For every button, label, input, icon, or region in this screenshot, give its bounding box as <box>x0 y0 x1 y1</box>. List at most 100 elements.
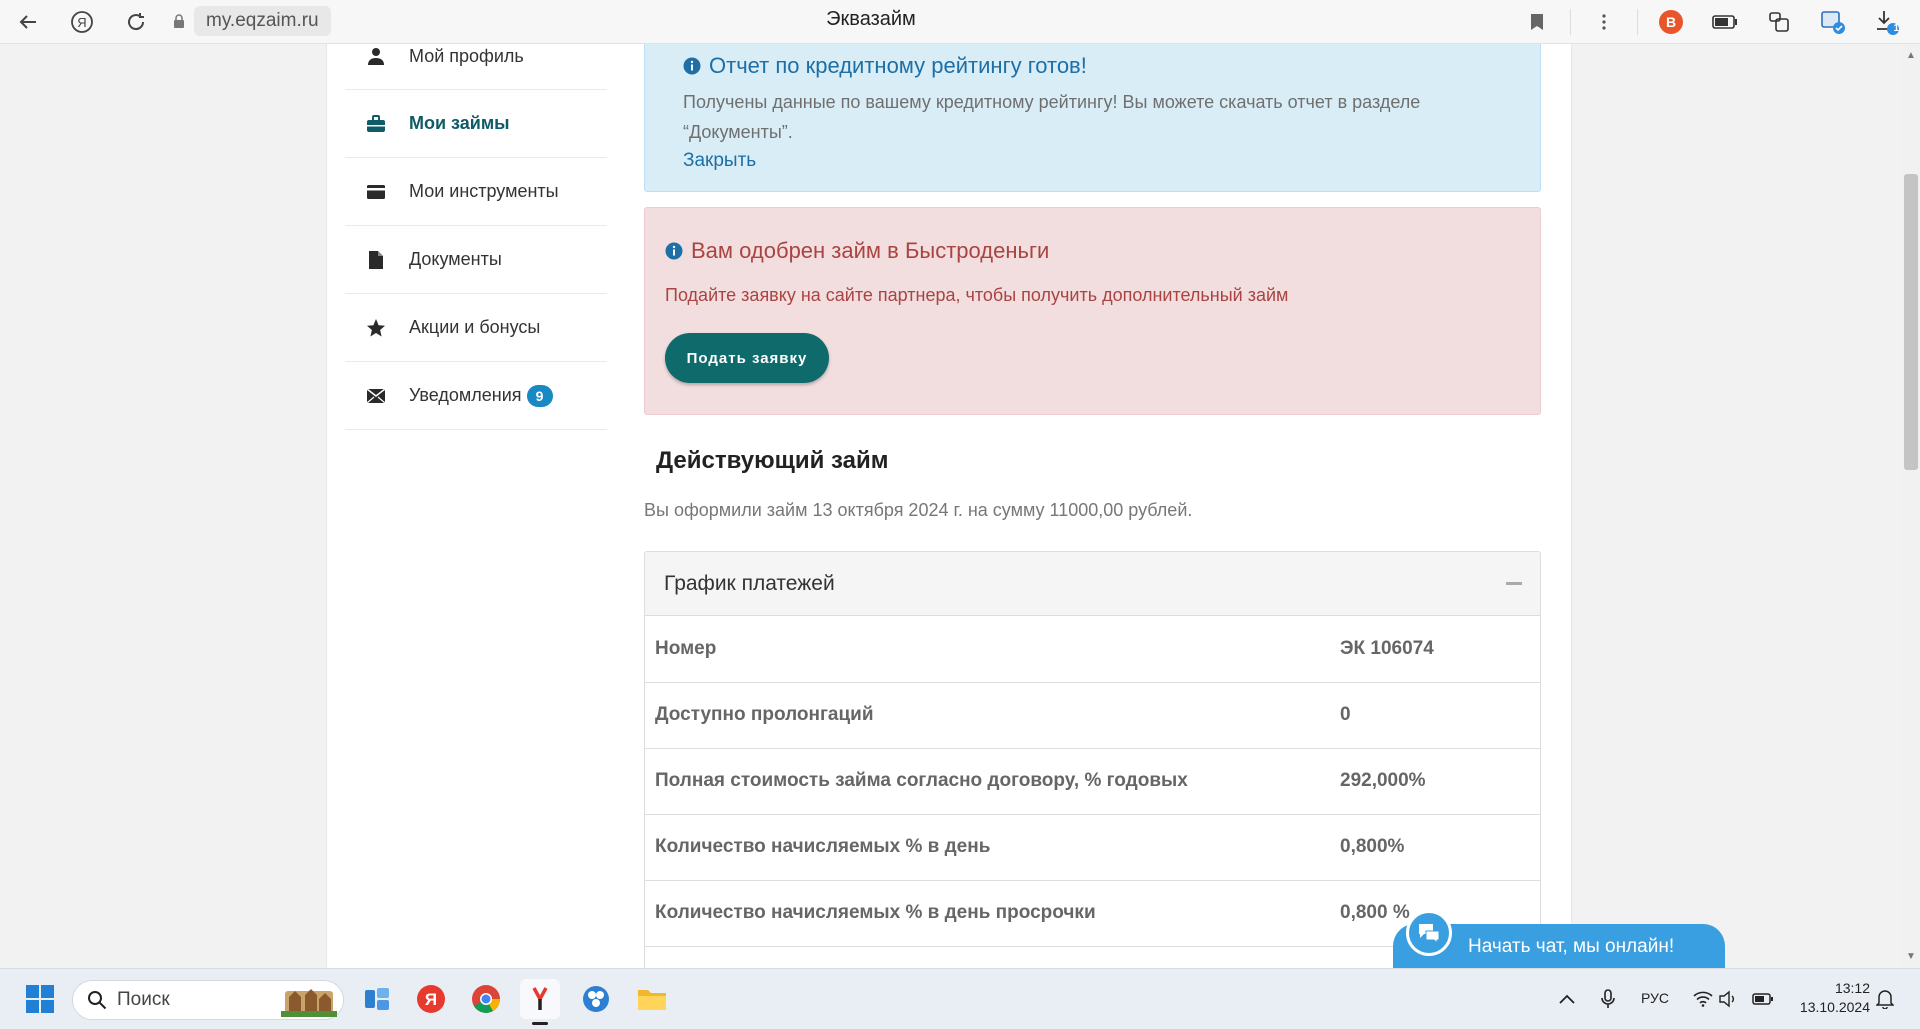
folder-icon <box>638 990 666 1010</box>
search-icon <box>88 991 107 1010</box>
alert-text: Получены данные по вашему кредитному рей… <box>683 92 1421 142</box>
collections-button[interactable] <box>1752 2 1806 42</box>
search-placeholder: Поиск <box>117 989 170 1010</box>
row-value: 292,000% <box>1330 748 1540 815</box>
credit-report-alert-title-row: Отчет по кредитному рейтингу готов! <box>683 53 1087 79</box>
sidebar-item-label: Уведомления <box>409 385 522 405</box>
row-label: Полная стоимость займа согласно договору… <box>645 748 1330 815</box>
page-viewport: Мой профиль Мои займы Мои инструменты До… <box>0 44 1902 968</box>
tray-battery[interactable] <box>1743 979 1783 1019</box>
envelope-icon <box>365 386 387 406</box>
widgets-icon <box>365 988 389 1010</box>
table-row: Доступно пролонгаций 0 <box>645 682 1540 749</box>
chevron-up-icon <box>1559 994 1575 1004</box>
card-icon <box>365 182 387 202</box>
sidebar-item-notifications[interactable]: Уведомления 9 <box>345 362 607 430</box>
battery-saver-button[interactable] <box>1698 2 1752 42</box>
loan-details-table: Номер ЭК 106074 Доступно пролонгаций 0 П… <box>645 616 1540 947</box>
extension-button[interactable]: B <box>1644 2 1698 42</box>
taskbar-explorer[interactable] <box>632 979 672 1019</box>
tray-overflow[interactable] <box>1547 979 1587 1019</box>
apply-button[interactable]: Подать заявку <box>665 333 829 383</box>
sidebar-item-promotions[interactable]: Акции и бонусы <box>345 294 607 362</box>
reload-button[interactable] <box>116 2 156 42</box>
bookmark-button[interactable] <box>1510 2 1564 42</box>
sidebar-item-loans[interactable]: Мои займы <box>345 90 607 158</box>
sidebar-item-profile[interactable]: Мой профиль <box>345 44 607 90</box>
app-icon <box>583 986 609 1012</box>
alert-text: Подайте заявку на сайте партнера, чтобы … <box>665 285 1289 305</box>
yandex-home-button[interactable]: Я <box>62 2 102 42</box>
downloads-button[interactable]: 1 <box>1860 2 1914 42</box>
yandex-browser-icon <box>532 987 548 1010</box>
sidebar-item-label: Мои займы <box>409 113 510 133</box>
panel-title: График платежей <box>664 572 835 595</box>
taskbar-yandex[interactable]: Я <box>411 979 451 1019</box>
close-alert-link[interactable]: Закрыть <box>683 150 756 172</box>
tray-volume[interactable] <box>1708 979 1748 1019</box>
taskbar-app[interactable] <box>576 979 616 1019</box>
row-value: 0 <box>1330 682 1540 749</box>
row-value: 0,800% <box>1330 814 1540 881</box>
sidebar-item-label: Мои инструменты <box>409 181 559 201</box>
address-bar[interactable]: my.eqzaim.ru <box>172 5 331 37</box>
taskbar-yandex-browser[interactable] <box>520 979 560 1025</box>
screenshot-button[interactable] <box>1806 2 1860 42</box>
loan-summary: Вы оформили займ 13 октября 2024 г. на с… <box>644 500 1193 520</box>
scroll-up-icon[interactable]: ▲ <box>1906 50 1916 61</box>
back-button[interactable] <box>8 2 48 42</box>
sidebar-item-tools[interactable]: Мои инструменты <box>345 158 607 226</box>
info-icon <box>683 57 701 75</box>
briefcase-icon <box>365 114 387 134</box>
start-button[interactable] <box>20 979 60 1019</box>
extension-b-icon: B <box>1659 10 1683 34</box>
menu-button[interactable] <box>1577 2 1631 42</box>
url-text[interactable]: my.eqzaim.ru <box>194 6 331 36</box>
download-count: 1 <box>1893 23 1899 34</box>
collapse-icon[interactable] <box>1506 582 1522 585</box>
info-icon <box>665 242 683 260</box>
arrow-left-icon <box>19 14 36 29</box>
panel-header[interactable]: График платежей <box>645 552 1540 616</box>
page-scrollbar[interactable]: ▲ ▼ <box>1902 44 1920 968</box>
svg-text:B: B <box>1666 14 1676 30</box>
collections-icon <box>1769 12 1789 32</box>
chrome-icon <box>472 985 500 1013</box>
lock-icon <box>174 14 184 28</box>
bookmark-icon <box>1531 14 1543 30</box>
clock[interactable]: 13:12 13.10.2024 <box>1790 980 1870 1015</box>
kebab-menu-icon <box>1602 14 1606 30</box>
taskbar-search[interactable]: Поиск <box>72 980 344 1020</box>
sidebar-item-label: Документы <box>409 249 502 269</box>
scrollbar-thumb[interactable] <box>1904 174 1918 470</box>
payment-schedule-panel: График платежей Номер ЭК 106074 Доступно… <box>644 551 1541 968</box>
sidebar-item-documents[interactable]: Документы <box>345 226 607 294</box>
sidebar-item-label: Мой профиль <box>409 46 524 66</box>
chat-bubble-icon[interactable] <box>1406 910 1452 956</box>
tray-notifications[interactable] <box>1865 979 1905 1019</box>
document-icon <box>365 250 387 270</box>
row-label: Доступно пролонгаций <box>645 682 1330 749</box>
search-highlight-icon <box>281 989 337 1017</box>
taskbar-widgets[interactable] <box>357 979 397 1019</box>
star-icon <box>365 318 387 338</box>
taskbar: Поиск Я РУС 13:12 13.10.2024 <box>0 968 1920 1029</box>
toolbar-divider <box>1637 9 1638 35</box>
loan-offer-alert: Вам одобрен займ в Быстроденьги Подайте … <box>644 207 1541 415</box>
language-indicator[interactable]: РУС <box>1641 990 1669 1006</box>
volume-icon <box>1719 990 1734 1008</box>
loan-offer-alert-title-row: Вам одобрен займ в Быстроденьги <box>665 238 1049 264</box>
taskbar-chrome[interactable] <box>466 979 506 1019</box>
scroll-down-icon[interactable]: ▼ <box>1906 951 1916 962</box>
browser-toolbar: Я my.eqzaim.ru Эквазайм B 1 <box>0 0 1920 44</box>
chat-label: Начать чат, мы онлайн! <box>1468 936 1675 957</box>
table-row: Номер ЭК 106074 <box>645 616 1540 683</box>
bell-icon <box>1876 990 1894 1009</box>
notifications-badge: 9 <box>526 384 553 407</box>
tray-microphone[interactable] <box>1588 979 1628 1019</box>
active-indicator <box>532 1022 548 1025</box>
svg-text:Я: Я <box>425 990 437 1009</box>
yandex-icon: Я <box>71 10 93 33</box>
toolbar-divider <box>1570 9 1571 35</box>
clock-time: 13:12 <box>1834 980 1870 996</box>
